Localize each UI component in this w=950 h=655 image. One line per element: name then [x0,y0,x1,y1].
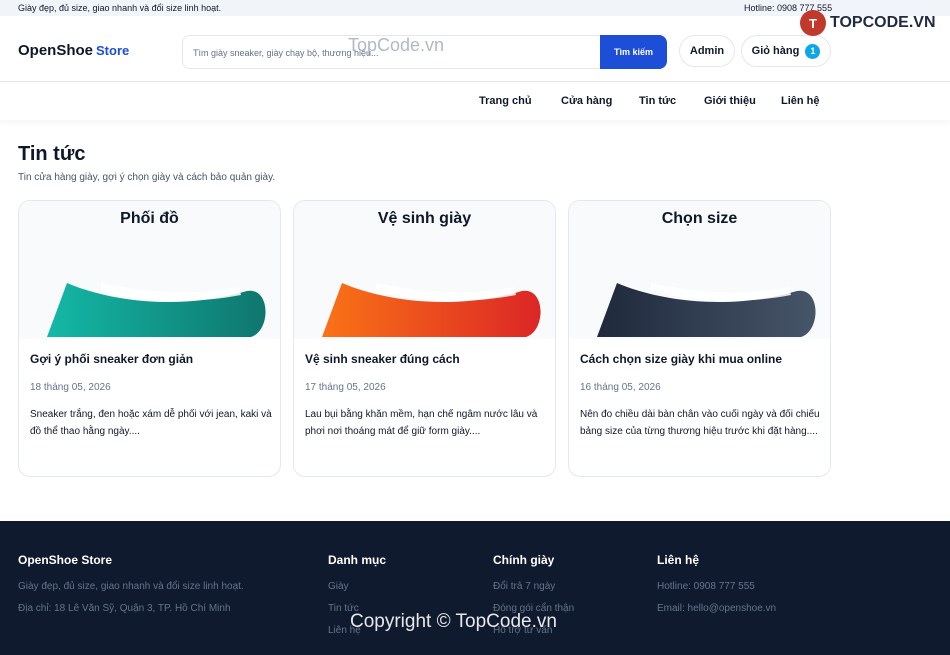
cart-button[interactable]: Giỏ hàng 1 [741,35,831,67]
cart-count-badge: 1 [805,43,821,59]
nav-contact[interactable]: Liên hệ [781,95,820,107]
footer-email[interactable]: Email: hello@openshoe.vn [657,603,776,614]
card-description: Nên đo chiều dài bàn chân vào cuối ngày … [580,409,820,437]
footer-tagline: Giày đẹp, đủ size, giao nhanh và đổi siz… [18,581,244,592]
card-description: Sneaker trắng, đen hoặc xám dễ phối với … [30,409,272,437]
footer-policy-title: Chính giày [493,553,555,567]
watermark-logo-icon: T [800,10,826,36]
page-subtitle: Tin cửa hàng giày, gợi ý chọn giày và cá… [18,172,276,183]
footer-link-shoes[interactable]: Giày [328,581,349,592]
card-hero: Vệ sinh giày [294,201,555,339]
card-hero-title: Phối đồ [120,210,179,227]
cart-label: Giỏ hàng [751,45,800,57]
card-date: 17 tháng 05, 2026 [305,382,386,393]
nav-news[interactable]: Tin tức [639,95,676,107]
footer-categories-title: Danh mục [328,553,387,567]
main-nav: Trang chủ Cửa hàng Tin tức Giới thiệu Li… [0,82,950,120]
footer-policy-return[interactable]: Đổi trả 7 ngày [493,581,555,592]
news-card[interactable]: Vệ sinh giày Vệ sinh sneaker đúng cách 1… [293,200,556,477]
shoe-illustration-icon [47,283,266,337]
card-title[interactable]: Gợi ý phối sneaker đơn giản [30,352,193,366]
shoe-illustration-icon [597,283,816,337]
watermark-text: TopCode.vn [348,35,445,55]
card-date: 18 tháng 05, 2026 [30,382,111,393]
watermark-logo-text: TOPCODE.VN [830,14,936,31]
nav-home[interactable]: Trang chủ [479,95,532,107]
brand-logo[interactable]: OpenShoe Store [18,42,129,59]
page-title: Tin tức [18,143,86,165]
footer-contact-title: Liên hệ [657,553,700,567]
card-title[interactable]: Cách chọn size giày khi mua online [580,352,782,366]
footer-brand: OpenShoe Store [18,553,113,567]
card-hero: Phối đồ [19,201,280,339]
nav-shop[interactable]: Cửa hàng [561,95,612,107]
brand-name: OpenShoe [18,42,94,59]
brand-suffix: Store [96,43,130,58]
nav-about[interactable]: Giới thiệu [704,95,756,107]
site-footer: OpenShoe Store Giày đẹp, đủ size, giao n… [0,521,950,655]
card-hero-title: Vệ sinh giày [377,210,472,227]
footer-address: Địa chỉ: 18 Lê Văn Sỹ, Quận 3, TP. Hồ Ch… [18,603,231,614]
card-hero: Chọn size [569,201,830,339]
news-card[interactable]: Chọn size Cách chọn size giày khi mua on… [568,200,831,477]
watermark-copyright: Copyright © TopCode.vn [350,611,557,632]
search-button[interactable]: Tìm kiếm [600,35,667,69]
card-date: 16 tháng 05, 2026 [580,382,661,393]
shoe-illustration-icon [322,283,541,337]
card-title[interactable]: Vệ sinh sneaker đúng cách [305,352,460,366]
card-hero-title: Chọn size [661,210,738,227]
watermark-logo: T TOPCODE.VN [800,10,936,36]
news-card[interactable]: Phối đồ Gợi ý phối sneaker đơn giản 18 t… [18,200,281,477]
topbar-tagline: Giày đẹp, đủ size, giao nhanh và đổi siz… [18,3,222,13]
admin-button[interactable]: Admin [679,35,735,67]
card-description: Lau bụi bằng khăn mềm, hạn chế ngâm nước… [305,409,538,437]
footer-hotline: Hotline: 0908 777 555 [657,581,755,592]
